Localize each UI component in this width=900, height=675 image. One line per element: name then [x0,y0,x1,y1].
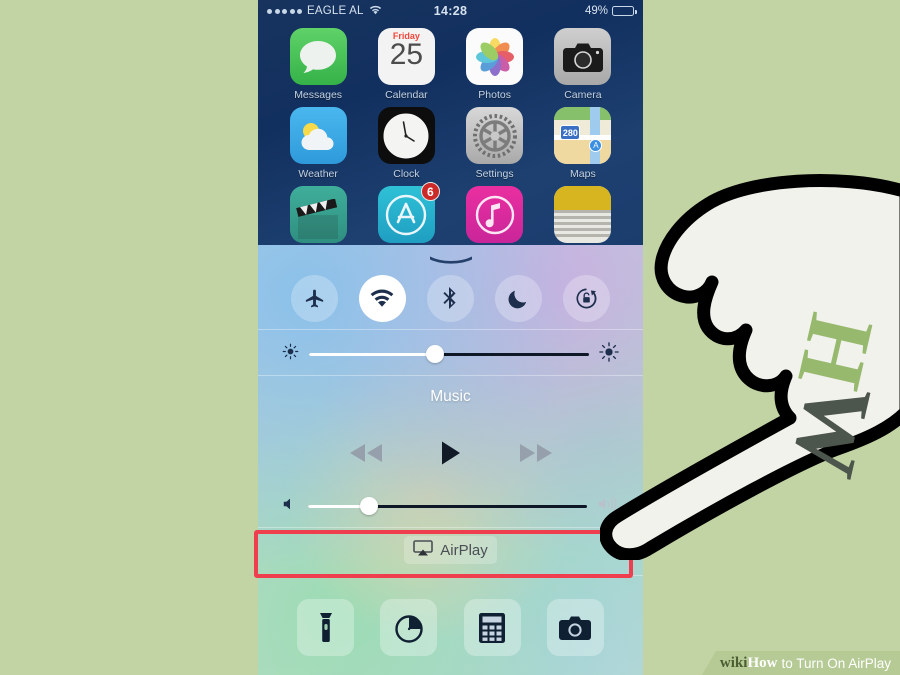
volume-knob[interactable] [360,497,379,515]
app-settings[interactable]: Settings [451,107,539,180]
app-videos[interactable] [274,186,362,243]
maps-icon: 280 A [554,107,612,164]
airplay-icon [413,540,434,560]
app-camera[interactable]: Camera [539,28,627,101]
app-icon-wrap [289,107,347,164]
app-weather[interactable]: Weather [274,107,362,180]
app-label: Camera [564,89,602,101]
rewind-button[interactable] [348,442,384,469]
app-icon-wrap: 280 A [554,107,612,164]
airplane-icon [305,289,323,307]
app-grid: Messages Friday 25 Calendar Photos Camera Weat… [258,22,643,248]
app-icon-wrap [466,28,524,85]
brightness-knob[interactable] [426,345,444,363]
app-icon-wrap [554,28,612,85]
app-label: Clock [393,168,420,180]
toggles-row [258,267,643,329]
flashlight-icon [319,612,332,642]
messages-icon [289,28,347,85]
settings-icon [466,107,524,164]
battery-percent-label: 49% [584,5,608,17]
app-label: Calendar [385,89,428,101]
grabber-handle-icon[interactable] [428,251,474,264]
battery-icon [612,6,637,16]
timer-icon [395,614,423,643]
music-controls [258,440,643,471]
wifi-icon [370,289,394,307]
rotation-lock-icon [576,287,597,308]
moon-icon [508,290,527,308]
app-messages[interactable]: Messages [274,28,362,101]
itunes-icon [466,186,524,243]
play-icon [441,441,460,465]
calculator-icon [479,612,506,643]
bluetooth-icon [443,287,457,309]
toggle-airplane-mode[interactable] [290,274,338,322]
toggle-bluetooth[interactable] [426,274,474,322]
brightness-track[interactable] [309,345,589,363]
app-label: Maps [570,168,596,180]
camera-icon [554,28,612,85]
fast-forward-button[interactable] [518,442,554,469]
app-calendar[interactable]: Friday 25 Calendar [362,28,450,101]
app-icon-wrap: Friday 25 [377,28,435,85]
clock-icon [377,107,435,164]
airplay-button[interactable]: AirPlay [404,536,497,564]
airplay-section[interactable]: AirPlay [258,527,643,573]
shortcut-flashlight[interactable] [297,599,355,656]
app-label: Settings [475,168,514,180]
brightness-slider-row[interactable] [258,333,643,375]
app-icon-wrap [466,107,524,164]
rewind-icon [349,444,382,462]
toggle-wifi[interactable] [358,274,406,322]
music-title: Music [430,388,471,405]
volume-slider-row[interactable] [258,485,643,527]
photos-icon [466,28,524,85]
watermark-wiki: wiki [719,654,748,671]
app-badge: 6 [420,182,440,201]
watermark-tail: to Turn On AirPlay [781,655,891,671]
app-itunes-store[interactable] [451,186,539,243]
toggle-do-not-disturb[interactable] [495,274,543,322]
airplay-label: AirPlay [440,541,488,559]
fast-forward-icon [519,444,552,462]
shortcuts-row [258,585,643,675]
app-app-store[interactable]: 6 [362,182,450,243]
app-photos[interactable]: Photos [451,28,539,101]
app-icon-wrap [377,107,435,164]
pointing-hand-cursor: H W [599,160,900,562]
play-button[interactable] [440,440,462,471]
home-screen: EAGLE AL 14:28 49% Messages Friday 25 Calen… [258,0,643,248]
watermark-how: How [747,654,778,671]
brightness-fill [309,352,435,356]
status-bar: EAGLE AL 14:28 49% [258,0,643,22]
app-label: Messages [294,89,343,101]
status-bar-right: 49% [584,5,637,17]
shortcut-timer[interactable] [380,599,438,656]
brightness-low-icon [282,343,299,365]
weather-icon [289,107,347,164]
pointing-hand-icon: H W [599,174,900,562]
app-icon-wrap [466,186,524,243]
app-clock[interactable]: Clock [362,107,450,180]
shortcut-calculator[interactable] [463,599,521,656]
videos-icon [289,186,347,243]
app-icon-wrap: 6 [377,182,440,243]
control-center: Music AirPlay [258,245,643,675]
calendar-icon: Friday 25 [377,28,435,85]
volume-track[interactable] [308,497,587,515]
app-label: Weather [298,168,338,180]
app-icon-wrap [289,28,347,85]
wikihow-watermark: wiki How to Turn On AirPlay [701,651,900,675]
phone-screen: EAGLE AL 14:28 49% Messages Friday 25 Calen… [258,0,643,675]
app-label: Photos [478,89,511,101]
shortcut-camera[interactable] [546,599,604,656]
volume-low-icon [282,496,298,517]
camera-icon [559,616,592,640]
app-icon-wrap [289,186,347,243]
